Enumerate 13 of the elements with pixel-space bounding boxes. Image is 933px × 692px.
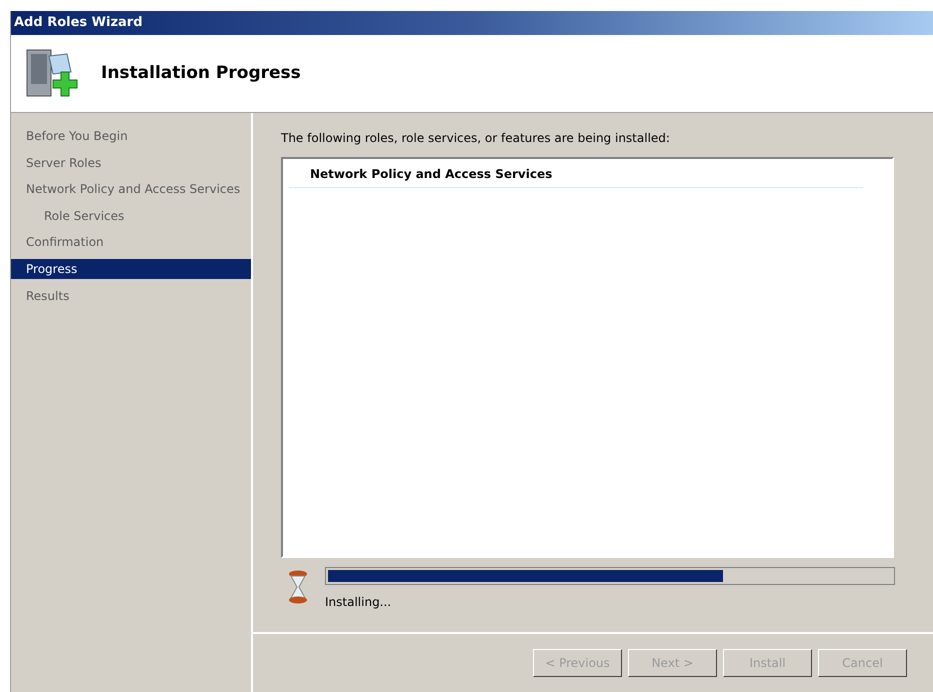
sidebar-item[interactable]: Confirmation bbox=[11, 232, 251, 252]
status-text: Installing... bbox=[325, 594, 392, 611]
sidebar-item[interactable]: Before You Begin bbox=[11, 126, 251, 146]
intro-text: The following roles, role services, or features are being installed: bbox=[281, 130, 671, 147]
sidebar-item[interactable]: Network Policy and Access Services bbox=[11, 179, 251, 200]
sidebar-item[interactable]: Progress bbox=[11, 258, 251, 279]
hourglass-icon bbox=[287, 570, 309, 604]
page-title: Installation Progress bbox=[101, 62, 301, 85]
role-name: Network Policy and Access Services bbox=[310, 167, 552, 181]
sidebar-item[interactable]: Results bbox=[11, 286, 251, 306]
sidebar-item[interactable]: Server Roles bbox=[11, 152, 251, 173]
sidebar-item[interactable]: Role Services bbox=[11, 206, 251, 226]
window-title: Add Roles Wizard bbox=[14, 14, 143, 32]
